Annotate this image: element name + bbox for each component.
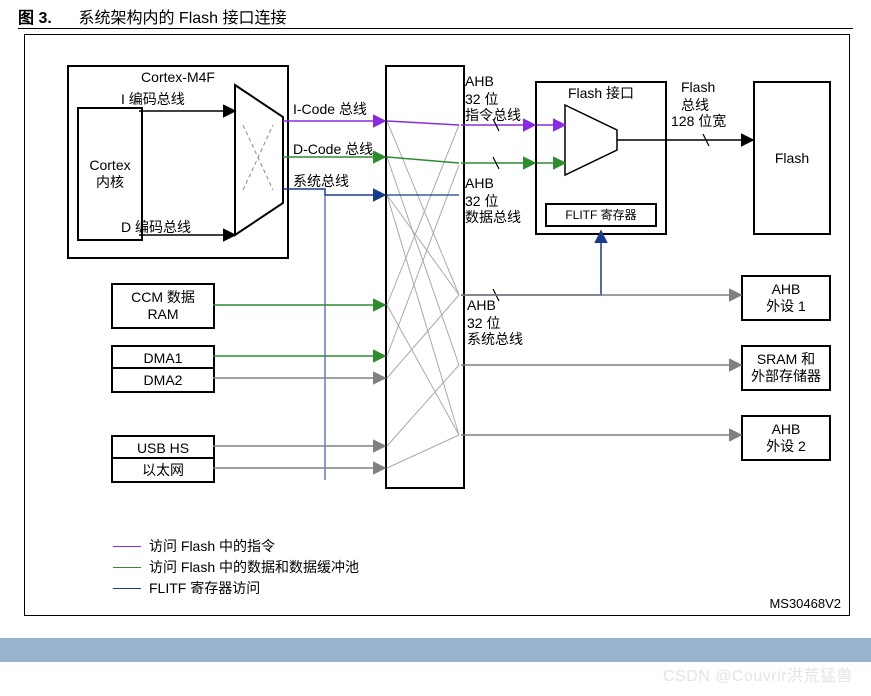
ahb-data-l3: 数据总线 (465, 207, 521, 227)
system-bus-label: 系统总线 (293, 171, 349, 191)
dma2-block: DMA2 (111, 367, 215, 393)
cortex-core-l1: Cortex (89, 157, 130, 174)
ahb-sys-l1: AHB (467, 297, 496, 313)
ccm-l2: RAM (147, 306, 178, 323)
ccm-l1: CCM 数据 (131, 289, 195, 306)
cortex-m4f-label: Cortex-M4F (69, 69, 287, 86)
ahb-periph2-block: AHB 外设 2 (741, 415, 831, 461)
title-underline (18, 28, 853, 29)
ahb-periph1-l1: AHB (772, 281, 801, 298)
ahb-sys-l3: 系统总线 (467, 329, 523, 349)
eth-label: 以太网 (142, 462, 184, 479)
legend-row-flitf: FLITF 寄存器访问 (113, 578, 359, 598)
legend-line-blue (113, 588, 141, 589)
legend: 访问 Flash 中的指令 访问 Flash 中的数据和数据缓冲池 FLITF … (113, 535, 359, 599)
footer-bar (0, 638, 871, 662)
ahb-periph1-l2: 外设 1 (766, 298, 806, 315)
watermark: CSDN @Couvrir洪荒猛兽 (663, 662, 853, 686)
legend-row-instruction: 访问 Flash 中的指令 (113, 536, 359, 556)
sram-l1: SRAM 和 (757, 351, 815, 368)
flitf-register-block: FLITF 寄存器 (545, 203, 657, 227)
ahb-data-l1: AHB (465, 175, 494, 191)
sram-l2: 外部存储器 (751, 368, 821, 385)
icode-bus-label: I-Code 总线 (293, 99, 367, 119)
sram-ext-block: SRAM 和 外部存储器 (741, 345, 831, 391)
ahb-periph2-l2: 外设 2 (766, 438, 806, 455)
legend-line-purple (113, 546, 141, 547)
figure-number: 图 3. (18, 10, 52, 27)
d-encode-bus-label: D 编码总线 (121, 217, 191, 237)
ahb-periph2-l1: AHB (772, 421, 801, 438)
flash-block: Flash (753, 81, 831, 235)
dcode-bus-label: D-Code 总线 (293, 139, 373, 159)
cortex-core-l2: 内核 (96, 174, 124, 191)
eth-block: 以太网 (111, 457, 215, 483)
figure-title: 图 3. 系统架构内的 Flash 接口连接 (18, 4, 287, 28)
i-encode-bus-label: I 编码总线 (121, 89, 185, 109)
flash-bus-l3: 128 位宽 (671, 111, 726, 131)
flash-bus-l1: Flash (681, 79, 715, 95)
usb-hs-label: USB HS (137, 440, 189, 457)
flash-label: Flash (775, 150, 809, 167)
legend-text-blue: FLITF 寄存器访问 (149, 578, 260, 598)
legend-line-green (113, 567, 141, 568)
legend-text-green: 访问 Flash 中的数据和数据缓冲池 (149, 557, 359, 577)
ahb-periph1-block: AHB 外设 1 (741, 275, 831, 321)
bus-matrix-block (385, 65, 465, 489)
dma1-label: DMA1 (144, 350, 183, 367)
legend-text-purple: 访问 Flash 中的指令 (149, 536, 275, 556)
ahb-inst-l1: AHB (465, 73, 494, 89)
flash-interface-block: Flash 接口 FLITF 寄存器 (535, 81, 667, 235)
flitf-register-label: FLITF 寄存器 (565, 208, 636, 222)
flash-interface-label: Flash 接口 (568, 85, 634, 102)
ms-reference-label: MS30468V2 (769, 596, 841, 611)
dma2-label: DMA2 (144, 372, 183, 389)
legend-row-data: 访问 Flash 中的数据和数据缓冲池 (113, 557, 359, 577)
diagram-frame: Cortex-M4F Cortex 内核 CCM 数据 RAM DMA1 DMA… (24, 34, 850, 616)
ahb-inst-l3: 指令总线 (465, 105, 521, 125)
figure-caption: 系统架构内的 Flash 接口连接 (78, 10, 286, 27)
ccm-ram-block: CCM 数据 RAM (111, 283, 215, 329)
